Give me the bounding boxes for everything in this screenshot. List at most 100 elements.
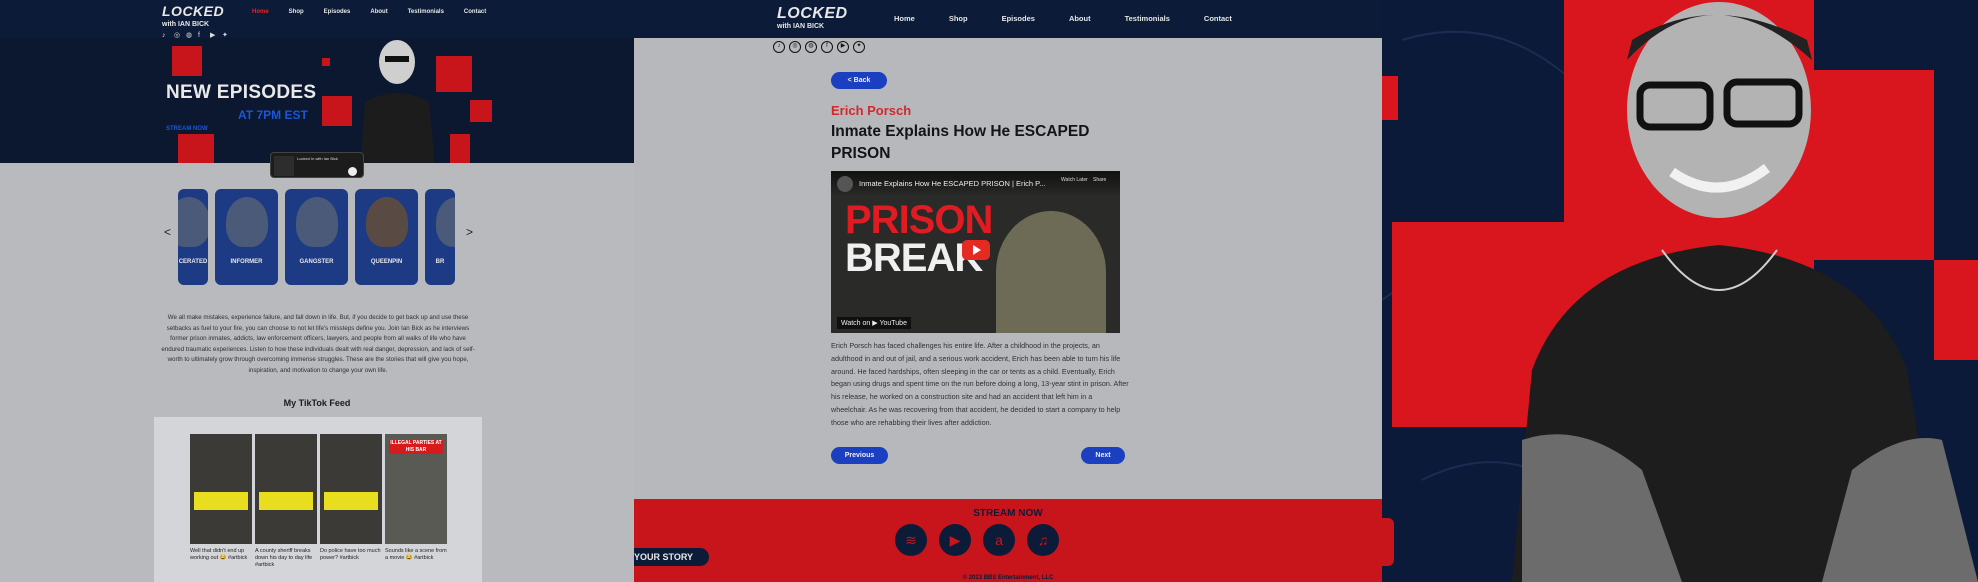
footer-stream-now: STREAM NOW xyxy=(973,508,1043,519)
nav-shop[interactable]: Shop xyxy=(949,14,968,23)
hero-time: AT 7PM EST xyxy=(238,108,308,122)
tiktok-item[interactable]: Well that didn't end up working out 😂 #a… xyxy=(190,434,252,562)
episode-page-panel: LOCKED with IAN BICK Home Shop Episodes … xyxy=(634,0,1382,582)
previous-button[interactable]: Previous xyxy=(831,447,888,464)
guest-card[interactable]: GANGSTER xyxy=(285,189,348,285)
tiktok-item[interactable]: ILLEGAL PARTIES AT HIS BAR Sounds like a… xyxy=(385,434,447,562)
decor-block xyxy=(436,56,472,92)
tiktok-thumbnail: ILLEGAL PARTIES AT HIS BAR xyxy=(385,434,447,544)
nav-home[interactable]: Home xyxy=(894,14,915,23)
logo-subtext: with IAN BICK xyxy=(777,23,825,30)
podcast-mini-player[interactable]: Locked In with Ian Bick xyxy=(270,152,364,178)
decor-block xyxy=(322,96,352,126)
player-thumbnail xyxy=(274,156,294,176)
guest-card[interactable]: CERATED xyxy=(178,189,208,285)
facebook-icon[interactable]: f xyxy=(821,41,833,53)
guest-card[interactable]: BR xyxy=(425,189,455,285)
tiktok-caption: A county sheriff breaks down his day to … xyxy=(255,548,313,568)
caption-band: ILLEGAL PARTIES AT HIS BAR xyxy=(389,440,443,454)
host-portrait-panel: 🔔 xyxy=(1382,0,1978,582)
guest-thumbnail-photo xyxy=(996,211,1106,333)
guest-photo xyxy=(436,197,455,247)
youtube-icon[interactable]: ▶ xyxy=(837,41,849,53)
your-story-button[interactable]: YOUR STORY xyxy=(634,548,709,566)
guest-card-label: BR xyxy=(435,259,445,265)
tiktok-thumbnail xyxy=(255,434,317,544)
tiktok-item[interactable]: A county sheriff breaks down his day to … xyxy=(255,434,317,569)
site-logo[interactable]: LOCKED with IAN BICK xyxy=(777,6,848,31)
nav-episodes[interactable]: Episodes xyxy=(1002,14,1035,23)
youtube-video-embed[interactable]: PRISON BREAK Inmate Explains How He ESCA… xyxy=(831,171,1120,333)
nav-shop[interactable]: Shop xyxy=(289,9,304,15)
hero-stream-label: STREAM NOW xyxy=(166,126,208,132)
nav-about[interactable]: About xyxy=(1069,14,1091,23)
decor-block xyxy=(178,134,214,163)
spotify-icon[interactable]: ≋ xyxy=(895,524,927,556)
top-navigation: LOCKED with IAN BICK Home Shop Episodes … xyxy=(634,0,1382,38)
guest-carousel: < > CERATED INFORMER GANGSTER QUEENPIN B… xyxy=(160,189,480,285)
youtube-icon[interactable]: ▶ xyxy=(939,524,971,556)
twitter-icon[interactable]: ✦ xyxy=(853,41,865,53)
episode-title: Inmate Explains How He ESCAPED PRISON xyxy=(831,123,1090,162)
tiktok-thumbnail xyxy=(190,434,252,544)
host-photo xyxy=(360,40,435,163)
nav-episodes[interactable]: Episodes xyxy=(324,9,351,15)
nav-about[interactable]: About xyxy=(370,9,387,15)
apple-music-icon[interactable]: ♫ xyxy=(1027,524,1059,556)
back-button[interactable]: < Back xyxy=(831,72,887,89)
channel-avatar[interactable] xyxy=(837,176,853,192)
youtube-play-icon[interactable] xyxy=(962,240,990,260)
watch-later-button[interactable]: Watch Later xyxy=(1061,177,1088,183)
nav-home[interactable]: Home xyxy=(252,9,269,15)
decor-block xyxy=(470,100,492,122)
decor-block xyxy=(450,134,470,163)
guest-card[interactable]: QUEENPIN xyxy=(355,189,418,285)
guest-name: Erich Porsch xyxy=(831,103,912,118)
copyright-text: © 2023 BBS Entertainment, LLC xyxy=(962,575,1054,581)
video-title[interactable]: Inmate Explains How He ESCAPED PRISON | … xyxy=(859,179,1045,188)
carousel-prev-button[interactable]: < xyxy=(164,225,171,239)
tiktok-caption: Sounds like a scene from a movie 😂 #artb… xyxy=(385,548,447,561)
logo-text: LOCKED xyxy=(162,3,225,19)
snapchat-icon[interactable]: ◍ xyxy=(805,41,817,53)
guest-card[interactable]: INFORMER xyxy=(215,189,278,285)
caption-band xyxy=(324,492,378,510)
hero-banner: NEW EPISODES AT 7PM EST STREAM NOW xyxy=(0,38,634,163)
hero-headline: NEW EPISODES xyxy=(166,82,317,103)
tiktok-caption: Well that didn't end up working out 😂 #a… xyxy=(190,548,248,561)
thumbnail-text-line1: PRISON xyxy=(845,198,993,242)
tiktok-caption: Do police have too much power? #artbick xyxy=(320,548,381,561)
nav-testimonials[interactable]: Testimonials xyxy=(1125,14,1170,23)
guest-card-label: INFORMER xyxy=(230,259,263,265)
share-button[interactable]: Share xyxy=(1093,177,1106,183)
guest-card-label: CERATED xyxy=(178,259,208,265)
nav-contact[interactable]: Contact xyxy=(1204,14,1232,23)
next-button[interactable]: Next xyxy=(1081,447,1125,464)
host-portrait-photo xyxy=(1512,2,1978,582)
tiktok-feed-title: My TikTok Feed xyxy=(283,398,351,408)
social-icons: ♪ ◎ ◍ f ▶ ✦ xyxy=(773,41,865,53)
caption-band xyxy=(259,492,313,510)
tiktok-icon[interactable]: ♪ xyxy=(773,41,785,53)
nav-links: Home Shop Episodes About Testimonials Co… xyxy=(894,14,1266,23)
caption-band xyxy=(194,492,248,510)
amazon-icon[interactable]: a xyxy=(983,524,1015,556)
nav-links: Home Shop Episodes About Testimonials Co… xyxy=(252,9,506,15)
nav-testimonials[interactable]: Testimonials xyxy=(408,9,444,15)
tiktok-item[interactable]: Do police have too much power? #artbick xyxy=(320,434,382,562)
intro-paragraph: We all make mistakes, experience failure… xyxy=(161,314,475,374)
notification-bell-icon[interactable]: 🔔 xyxy=(1382,518,1394,566)
tiktok-feed: Well that didn't end up working out 😂 #a… xyxy=(154,417,482,582)
nav-contact[interactable]: Contact xyxy=(464,9,486,15)
guest-photo xyxy=(226,197,268,247)
site-logo[interactable]: LOCKED with IAN BICK xyxy=(162,4,224,28)
watch-on-youtube-link[interactable]: Watch on ▶ YouTube xyxy=(837,317,911,329)
home-page-panel: LOCKED with IAN BICK Home Shop Episodes … xyxy=(0,0,634,582)
logo-subtext: with IAN BICK xyxy=(162,21,210,28)
guest-photo xyxy=(366,197,408,247)
carousel-next-button[interactable]: > xyxy=(466,225,473,239)
instagram-icon[interactable]: ◎ xyxy=(789,41,801,53)
play-icon[interactable] xyxy=(348,167,357,176)
guest-card-label: GANGSTER xyxy=(299,259,334,265)
tiktok-thumbnail xyxy=(320,434,382,544)
